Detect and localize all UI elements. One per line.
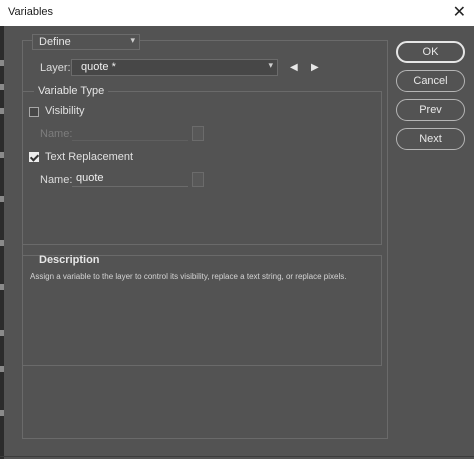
layer-dropdown[interactable]: quote * ▾ — [71, 59, 278, 76]
toolbar-tick — [0, 366, 4, 372]
toolbar-tick — [0, 60, 4, 66]
next-layer-icon[interactable]: ▶ — [311, 62, 319, 73]
window-title: Variables — [8, 6, 54, 18]
toolbar-tick — [0, 284, 4, 290]
description-text: Assign a variable to the layer to contro… — [30, 272, 347, 281]
toolbar-tick — [0, 108, 4, 114]
toolbar-tick — [0, 152, 4, 158]
define-dropdown[interactable]: Define ▾ — [32, 34, 140, 50]
text-replacement-label[interactable]: Text Replacement — [45, 151, 133, 163]
next-button[interactable]: Next — [396, 128, 465, 150]
chevron-down-icon: ▾ — [268, 60, 273, 70]
left-toolbar-strip — [0, 26, 4, 459]
visibility-name-field — [72, 126, 188, 141]
bottom-divider — [0, 456, 474, 457]
variable-type-label: Variable Type — [34, 85, 109, 97]
toolbar-tick — [0, 84, 4, 90]
define-dropdown-value: Define — [39, 36, 71, 48]
visibility-label[interactable]: Visibility — [45, 105, 85, 117]
text-replacement-name-options-button[interactable] — [192, 172, 204, 187]
toolbar-tick — [0, 330, 4, 336]
title-bar: Variables ✕ — [0, 0, 474, 26]
description-title: Description — [39, 254, 100, 266]
toolbar-tick — [0, 196, 4, 202]
cancel-button[interactable]: Cancel — [396, 70, 465, 92]
text-replacement-name-field[interactable]: quote — [72, 172, 188, 187]
previous-layer-icon[interactable]: ◀ — [290, 62, 298, 73]
layer-label: Layer: — [40, 62, 71, 74]
prev-button[interactable]: Prev — [396, 99, 465, 121]
chevron-down-icon: ▾ — [130, 35, 135, 45]
visibility-name-label: Name: — [40, 128, 73, 140]
text-replacement-checkbox[interactable] — [29, 152, 39, 162]
text-replacement-name-label: Name: — [40, 174, 73, 186]
toolbar-tick — [0, 240, 4, 246]
toolbar-tick — [0, 410, 4, 416]
visibility-name-options-button — [192, 126, 204, 141]
close-icon[interactable]: ✕ — [453, 2, 466, 22]
layer-dropdown-value: quote * — [81, 61, 116, 73]
visibility-checkbox[interactable] — [29, 107, 39, 117]
ok-button[interactable]: OK — [396, 41, 465, 63]
